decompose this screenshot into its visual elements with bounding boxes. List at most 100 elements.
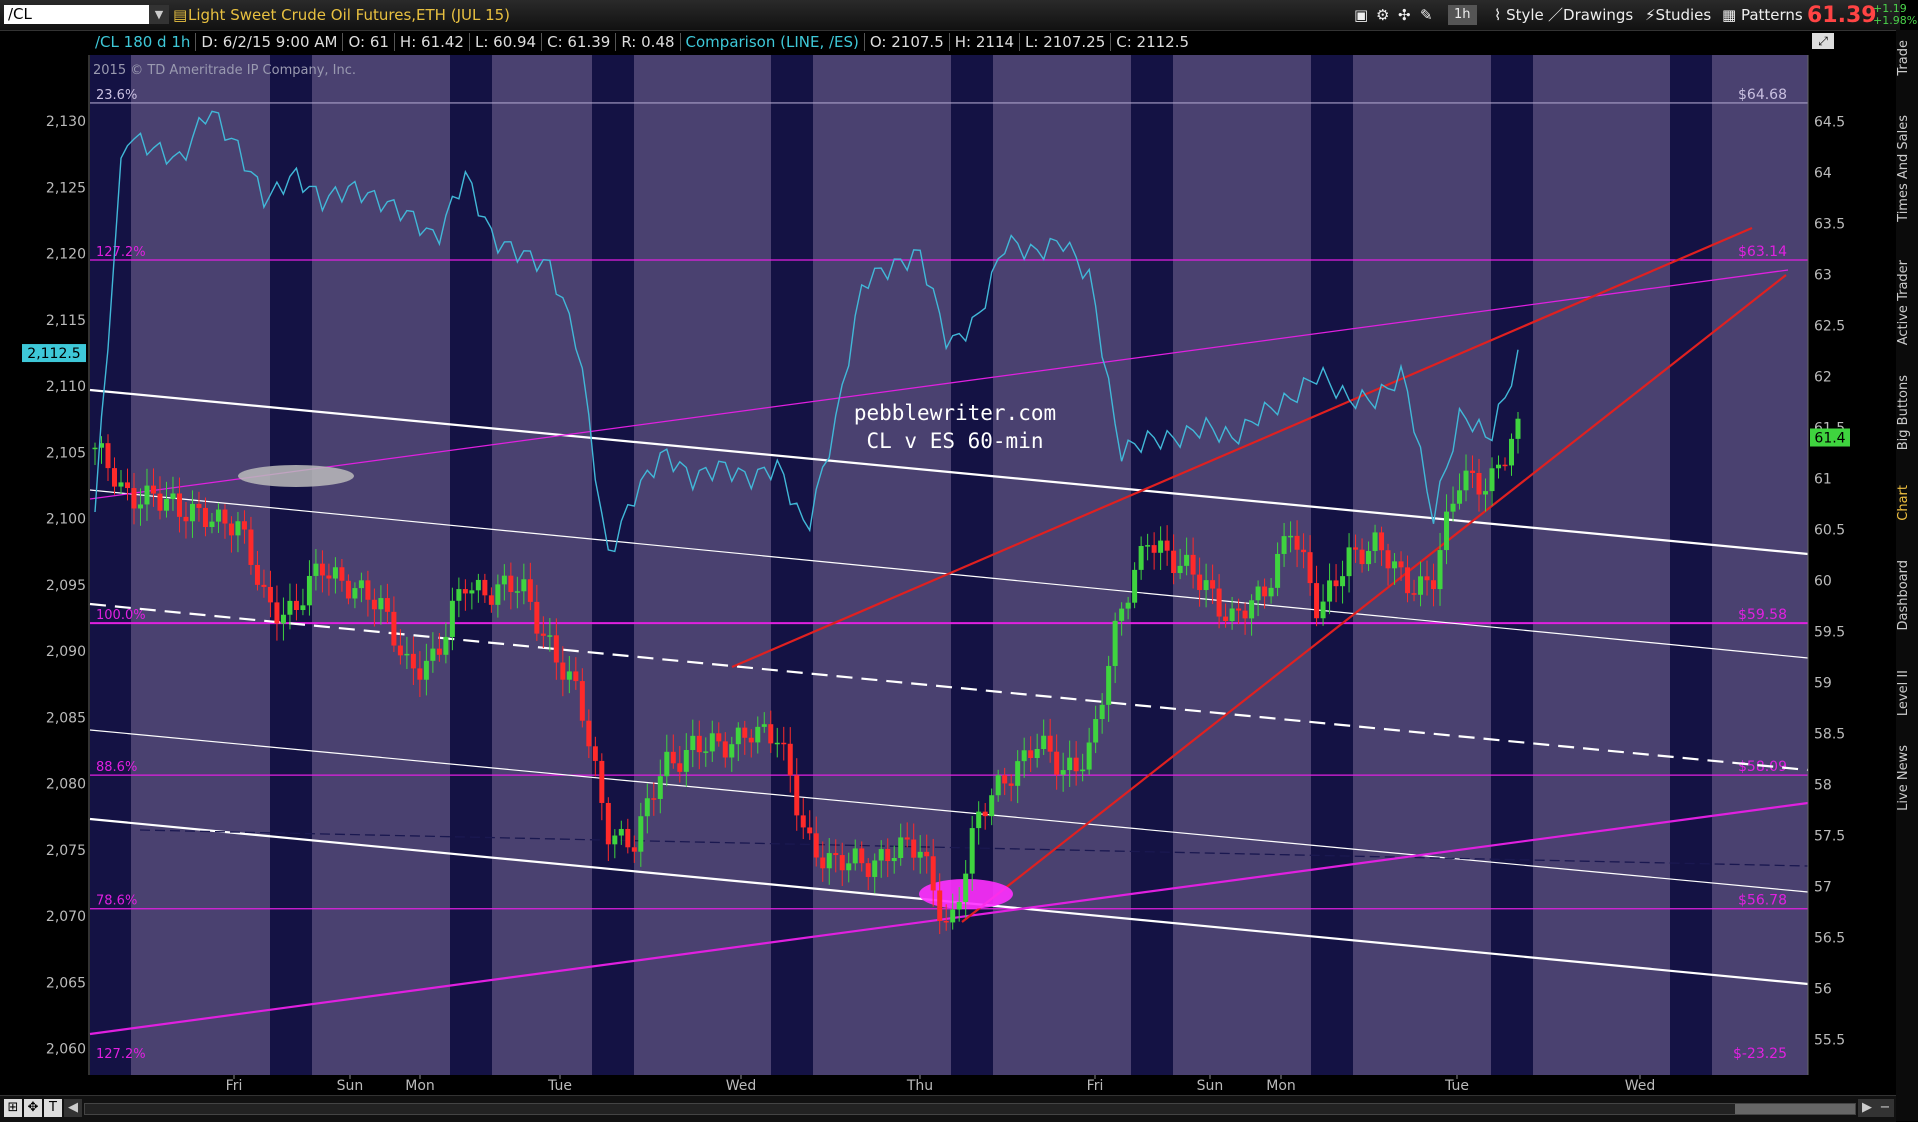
candle-body-180 — [1262, 586, 1268, 597]
candle-body-212 — [1470, 470, 1476, 473]
candle-body-127 — [917, 851, 923, 858]
candle-body-23 — [241, 521, 247, 530]
toolbar: /CL ▼ ▤ Light Sweet Crude Oil Futures,ET… — [0, 0, 1917, 31]
candle-body-178 — [1249, 600, 1255, 619]
scroll-left-icon[interactable]: ◀ — [64, 1099, 82, 1117]
instrument-info-icon[interactable]: ▤ — [173, 5, 187, 25]
timeframe-button[interactable]: 1h — [1448, 5, 1477, 25]
candle-body-217 — [1502, 464, 1508, 467]
symbol-input[interactable]: /CL ▼ — [4, 5, 169, 24]
tools-icon[interactable]: ✣ — [1398, 5, 1411, 25]
candle-body-163 — [1151, 545, 1157, 553]
settings-icon[interactable]: ⚙ — [1376, 5, 1389, 25]
x-label-0: Fri — [226, 1078, 243, 1094]
candle-body-210 — [1457, 490, 1463, 504]
candle-body-107 — [787, 743, 793, 776]
text-tool-icon[interactable]: T — [44, 1099, 62, 1117]
fib-price-0: $64.68 — [1738, 87, 1787, 103]
tab-level-ii[interactable]: Level II — [1896, 670, 1918, 716]
share-icon[interactable]: ▣ — [1354, 5, 1368, 25]
symbol-text: /CL — [8, 5, 32, 23]
candle-body-78 — [599, 760, 605, 803]
expand-icon[interactable]: ⤢ — [1812, 33, 1834, 49]
tab-live-news[interactable]: Live News — [1896, 745, 1918, 811]
price-change-percent: +1.98% — [1873, 14, 1918, 27]
pan-icon[interactable]: ✥ — [24, 1099, 42, 1117]
tab-active-trader[interactable]: Active Trader — [1896, 260, 1918, 345]
patterns-label: Patterns — [1740, 6, 1803, 24]
candle-body-16 — [196, 503, 202, 508]
candle-body-82 — [625, 828, 631, 848]
candle-body-167 — [1177, 565, 1183, 574]
candle-body-189 — [1320, 601, 1326, 619]
candle-body-113 — [826, 853, 832, 869]
style-button[interactable]: ⌇ Style — [1494, 5, 1544, 25]
candle-body-158 — [1119, 608, 1125, 621]
tab-big-buttons[interactable]: Big Buttons — [1896, 375, 1918, 450]
candle-body-89 — [670, 751, 676, 764]
candle-body-135 — [969, 828, 975, 874]
candle-body-118 — [859, 848, 865, 864]
candle-body-24 — [248, 529, 254, 565]
candle-body-147 — [1047, 735, 1053, 752]
tab-trade[interactable]: Trade — [1896, 40, 1918, 76]
candle-body-153 — [1086, 742, 1092, 770]
price-chart[interactable]: 23.6% $64.68 127.2% $63.14 100.0% $59.58 88.6%… — [0, 0, 1896, 1095]
candle-body-59 — [475, 579, 481, 591]
candle-body-195 — [1359, 549, 1365, 565]
patterns-icon: ▦ — [1722, 6, 1737, 24]
time-scrollbar[interactable] — [84, 1103, 1856, 1115]
candle-body-26 — [261, 584, 267, 587]
candle-body-2 — [105, 443, 111, 469]
annotation-line-2: CL v ES 60-min — [866, 429, 1043, 453]
left-tick-6: 2,100 — [46, 512, 86, 528]
candle-body-176 — [1236, 608, 1242, 611]
candle-body-170 — [1197, 574, 1203, 591]
tab-dashboard[interactable]: Dashboard — [1896, 560, 1918, 631]
candle-body-215 — [1489, 468, 1495, 492]
studies-button[interactable]: ⚡Studies — [1645, 5, 1711, 25]
scroll-right-icon[interactable]: ▶ — [1858, 1099, 1876, 1117]
candle-body-181 — [1268, 587, 1274, 597]
series-info-bar: /CL 180 d 1h D: 6/2/15 9:00 AM O: 61 H: 61.… — [90, 31, 1194, 53]
comparison-label[interactable]: Comparison (LINE, /ES) — [680, 33, 865, 51]
candle-body-34 — [313, 563, 319, 576]
right-tick-8: 60.5 — [1814, 522, 1845, 538]
candle-body-79 — [605, 802, 611, 845]
candle-body-46 — [391, 611, 397, 646]
candle-body-209 — [1450, 503, 1456, 512]
drawings-button[interactable]: ／Drawings — [1548, 5, 1633, 25]
candle-body-65 — [514, 591, 520, 593]
candle-body-208 — [1444, 511, 1450, 551]
fib-pct-2: 100.0% — [96, 608, 146, 623]
candle-body-194 — [1353, 547, 1359, 550]
candle-body-150 — [1067, 757, 1073, 771]
candle-body-83 — [631, 847, 637, 852]
last-price: 61.39 — [1807, 3, 1877, 28]
candle-body-58 — [469, 590, 475, 594]
candle-body-10 — [157, 493, 163, 511]
series-label[interactable]: /CL 180 d 1h — [90, 33, 197, 51]
fib-pct-5: 127.2% — [96, 1047, 146, 1062]
candle-body-203 — [1411, 593, 1417, 595]
candle-body-98 — [729, 744, 735, 758]
tab-chart[interactable]: Chart — [1896, 485, 1918, 521]
tab-times-and-sales[interactable]: Times And Sales — [1896, 115, 1918, 222]
chevron-down-icon[interactable]: ▼ — [149, 5, 169, 24]
candle-body-105 — [774, 742, 780, 745]
candle-body-214 — [1483, 491, 1489, 495]
candle-body-184 — [1288, 535, 1294, 538]
zoom-out-icon[interactable]: − — [1876, 1099, 1894, 1117]
candle-body-74 — [573, 671, 579, 682]
candle-body-36 — [326, 575, 332, 579]
candle-body-172 — [1210, 580, 1216, 589]
drawing-tool-icon[interactable]: ✎ — [1420, 5, 1433, 25]
cmp-open: O: 2107.5 — [864, 33, 950, 51]
scroll-thumb[interactable] — [1735, 1104, 1855, 1114]
candle-body-168 — [1184, 554, 1190, 566]
right-tick-1: 64 — [1814, 165, 1832, 181]
patterns-button[interactable]: ▦ Patterns — [1722, 5, 1803, 25]
session-band-4 — [771, 55, 813, 1075]
zoom-icon[interactable]: ⊞ — [4, 1099, 22, 1117]
candle-body-115 — [839, 855, 845, 871]
